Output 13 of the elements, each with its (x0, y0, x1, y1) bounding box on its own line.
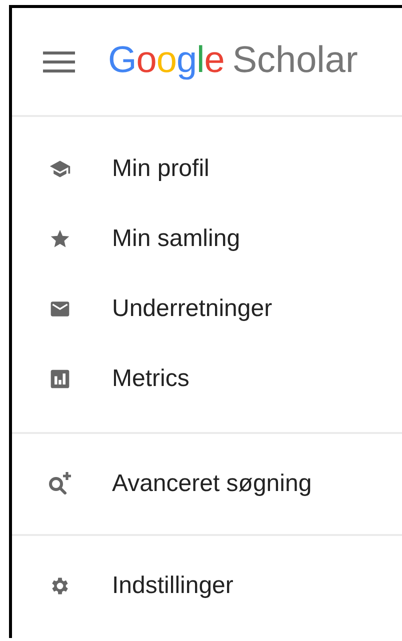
star-icon (49, 228, 71, 250)
bar-chart-icon (49, 368, 71, 390)
menu-item[interactable]: Underretninger (12, 274, 402, 344)
menu-item[interactable]: Min profil (12, 134, 402, 204)
logo-wordmark[interactable]: Google (108, 38, 224, 80)
cap-icon (49, 158, 71, 180)
menu-item[interactable]: Indstillinger (12, 551, 402, 621)
menu-item[interactable]: Min samling (12, 204, 402, 274)
menu-button[interactable] (42, 48, 76, 74)
menu-item[interactable]: Avanceret søgning (12, 449, 402, 519)
search-plus-icon (47, 471, 73, 497)
logo-product-name[interactable]: Scholar (232, 38, 358, 80)
menu-item[interactable]: Metrics (12, 344, 402, 414)
